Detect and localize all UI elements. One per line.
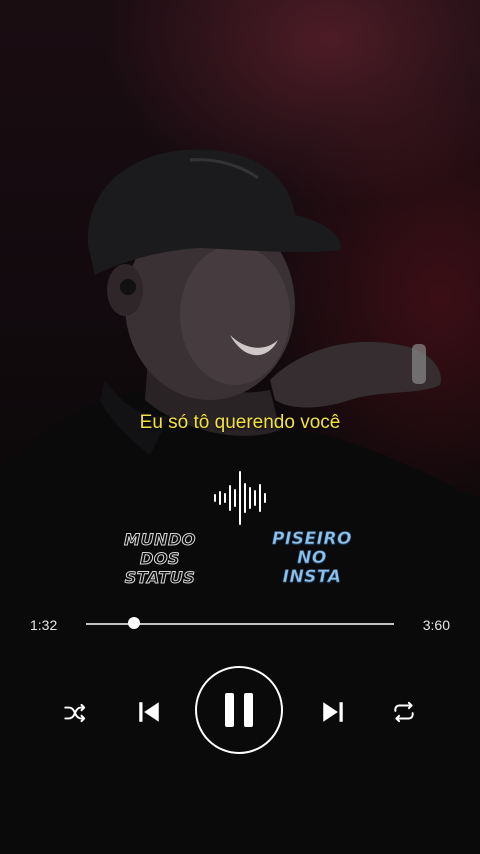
music-player-screen: Eu só tô querendo você MUNDO DOS STATUS … (0, 0, 480, 854)
shuffle-icon (64, 703, 86, 723)
sound-wave-icon (214, 471, 266, 525)
logo-line: PISEIRO (271, 529, 352, 549)
logo-line: STATUS (124, 568, 196, 588)
next-track-button[interactable] (318, 697, 348, 727)
shuffle-button[interactable] (60, 698, 90, 728)
elapsed-time: 1:32 (30, 617, 58, 633)
repeat-icon (394, 701, 414, 723)
skip-previous-icon (139, 702, 159, 722)
repeat-button[interactable] (389, 697, 419, 727)
total-time: 3:60 (422, 617, 450, 633)
pause-icon (225, 693, 253, 727)
logo-line: MUNDO (124, 530, 196, 550)
logo-line: DOS (140, 549, 180, 569)
logo-line: NO (297, 548, 327, 568)
logo-line: INSTA (282, 567, 342, 587)
piseiro-no-insta-logo: PISEIRO NO INSTA (262, 529, 362, 587)
play-pause-button[interactable] (195, 666, 283, 754)
previous-track-button[interactable] (134, 697, 164, 727)
lyric-line: Eu só tô querendo você (139, 412, 341, 433)
skip-next-icon (323, 702, 343, 722)
mundo-dos-status-logo: MUNDO DOS STATUS (108, 530, 212, 588)
seek-thumb[interactable] (127, 617, 140, 629)
